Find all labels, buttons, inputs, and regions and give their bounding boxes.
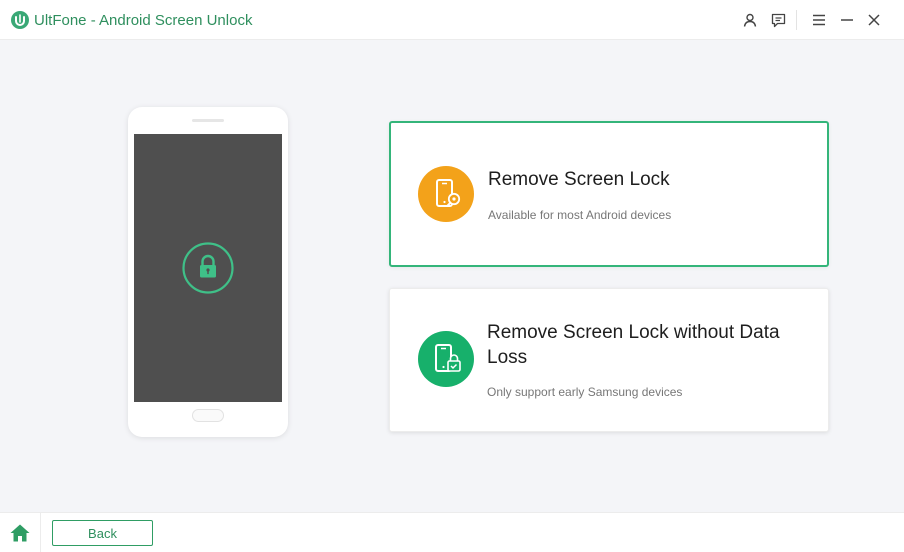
account-icon[interactable] [741,11,759,29]
titlebar-separator [796,10,797,30]
option-subtitle: Available for most Android devices [488,208,672,222]
option-remove-screen-lock-without-data-loss[interactable]: Remove Screen Lock without Data Loss Onl… [389,288,829,432]
phone-speaker [192,119,224,122]
footer-separator [40,513,41,552]
option-title: Remove Screen Lock [488,169,670,190]
option-remove-screen-lock[interactable]: Remove Screen Lock Available for most An… [389,121,829,267]
main-panel: Remove Screen Lock Available for most An… [0,40,904,512]
minimize-icon[interactable] [838,11,856,29]
phone-lock-icon [418,331,474,387]
phone-home-button [192,409,224,422]
close-icon[interactable] [865,11,883,29]
phone-key-icon [418,166,474,222]
phone-screen [134,134,282,402]
bottom-bar: Back [0,512,904,552]
ultfone-logo-icon [11,11,29,29]
padlock-icon [181,241,235,295]
menu-icon[interactable] [810,11,828,29]
home-icon[interactable] [9,523,31,543]
option-subtitle: Only support early Samsung devices [487,385,683,399]
option-title: Remove Screen Lock without Data Loss [487,322,780,368]
feedback-icon[interactable] [769,11,787,29]
app-title: UltFone - Android Screen Unlock [34,12,253,29]
phone-illustration [128,107,288,437]
title-bar: UltFone - Android Screen Unlock [0,0,904,40]
back-button[interactable]: Back [52,520,153,546]
